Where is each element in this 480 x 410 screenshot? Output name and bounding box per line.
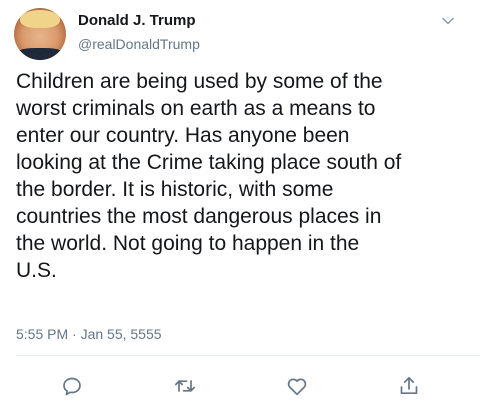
avatar-suit [14, 48, 66, 60]
tweet-text: Children are being used by some of the w… [16, 70, 402, 282]
author-name[interactable]: Donald J. Trump [78, 12, 196, 29]
tweet-timestamp[interactable]: 5:55 PM · Jan 55, 5555 [16, 326, 162, 342]
avatar[interactable] [14, 8, 66, 60]
avatar-hair [20, 10, 60, 28]
like-icon[interactable] [285, 374, 309, 398]
chevron-down-icon[interactable] [441, 14, 455, 28]
tweet-card: Donald J. Trump @realDonaldTrump Childre… [0, 0, 480, 410]
retweet-icon[interactable] [173, 374, 197, 398]
author-handle[interactable]: @realDonaldTrump [78, 36, 200, 52]
reply-icon[interactable] [60, 374, 84, 398]
share-icon[interactable] [397, 374, 421, 398]
divider [16, 355, 480, 356]
